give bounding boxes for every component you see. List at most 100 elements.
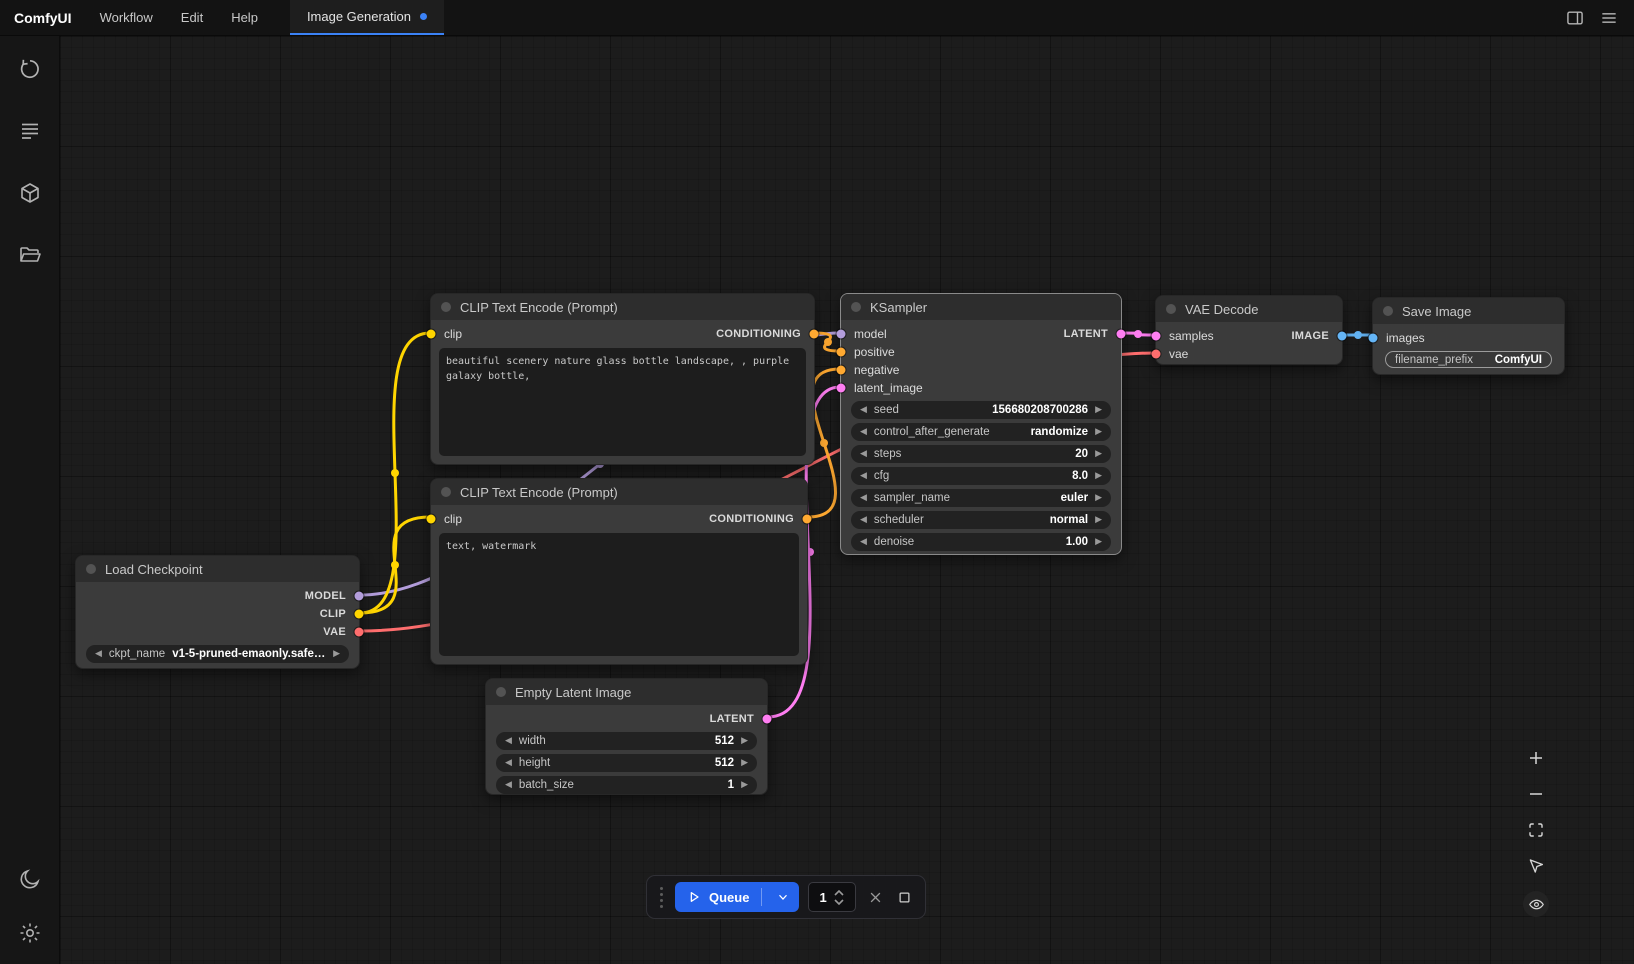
input-port-vae[interactable] — [1152, 350, 1161, 359]
node-ksampler[interactable]: KSampler model LATENT positive negative … — [840, 293, 1122, 555]
input-port-negative[interactable] — [837, 366, 846, 375]
node-save-image[interactable]: Save Image images filename_prefix ComfyU… — [1372, 297, 1565, 375]
output-port-latent[interactable] — [1117, 330, 1126, 339]
widget-steps[interactable]: ◀ steps 20 ▶ — [851, 445, 1111, 463]
widget-seed[interactable]: ◀ seed 156680208700286 ▶ — [851, 401, 1111, 419]
node-header[interactable]: CLIP Text Encode (Prompt) — [431, 294, 814, 320]
list-icon[interactable] — [17, 118, 43, 144]
node-clip-text-encode-positive[interactable]: CLIP Text Encode (Prompt) clip CONDITION… — [430, 293, 815, 465]
negative-prompt-textarea[interactable]: text, watermark — [439, 533, 799, 656]
panel-toggle-icon[interactable] — [1562, 5, 1588, 31]
increment-arrow-icon[interactable]: ▶ — [1095, 472, 1102, 481]
batch-count-stepper[interactable]: 1 — [808, 882, 856, 912]
increment-arrow-icon[interactable]: ▶ — [1095, 406, 1102, 415]
decrement-arrow-icon[interactable]: ◀ — [505, 781, 512, 790]
widget-cfg[interactable]: ◀ cfg 8.0 ▶ — [851, 467, 1111, 485]
decrement-arrow-icon[interactable]: ◀ — [860, 428, 867, 437]
step-up-icon[interactable] — [834, 890, 844, 896]
collapse-dot[interactable] — [1166, 304, 1176, 314]
settings-gear-icon[interactable] — [17, 920, 43, 946]
drag-handle[interactable] — [657, 887, 666, 908]
queue-options-button[interactable] — [769, 890, 797, 904]
collapse-dot[interactable] — [496, 687, 506, 697]
widget-height[interactable]: ◀ height 512 ▶ — [496, 754, 757, 772]
input-port-model[interactable] — [837, 330, 846, 339]
node-empty-latent-image[interactable]: Empty Latent Image LATENT ◀ width 512 ▶ … — [485, 678, 768, 795]
positive-prompt-textarea[interactable]: beautiful scenery nature glass bottle la… — [439, 348, 806, 456]
toggle-link-visibility-button[interactable] — [1523, 891, 1549, 917]
increment-arrow-icon[interactable]: ▶ — [741, 759, 748, 768]
increment-arrow-icon[interactable]: ▶ — [1095, 450, 1102, 459]
decrement-arrow-icon[interactable]: ◀ — [860, 516, 867, 525]
decrement-arrow-icon[interactable]: ◀ — [860, 538, 867, 547]
node-graph-canvas[interactable]: Load Checkpoint MODEL CLIP VAE ◀ ckpt_na… — [60, 36, 1634, 964]
output-port-model[interactable] — [355, 592, 364, 601]
increment-arrow-icon[interactable]: ▶ — [741, 781, 748, 790]
output-port-conditioning[interactable] — [810, 330, 819, 339]
step-down-icon[interactable] — [834, 899, 844, 905]
increment-arrow-icon[interactable]: ▶ — [1095, 428, 1102, 437]
widget-control-after-generate[interactable]: ◀ control_after_generate randomize ▶ — [851, 423, 1111, 441]
zoom-out-button[interactable] — [1525, 783, 1547, 805]
queue-button[interactable]: Queue — [675, 882, 799, 912]
tab-image-generation[interactable]: Image Generation — [290, 0, 444, 35]
node-vae-decode[interactable]: VAE Decode samples IMAGE vae — [1155, 295, 1343, 365]
decrement-arrow-icon[interactable]: ◀ — [860, 494, 867, 503]
increment-arrow-icon[interactable]: ▶ — [1095, 494, 1102, 503]
collapse-dot[interactable] — [86, 564, 96, 574]
widget-scheduler[interactable]: ◀ scheduler normal ▶ — [851, 511, 1111, 529]
widget-denoise[interactable]: ◀ denoise 1.00 ▶ — [851, 533, 1111, 551]
input-port-positive[interactable] — [837, 348, 846, 357]
node-header[interactable]: Save Image — [1373, 298, 1564, 324]
input-port-clip[interactable] — [427, 330, 436, 339]
collapse-dot[interactable] — [851, 302, 861, 312]
select-mode-button[interactable] — [1525, 855, 1547, 877]
node-header[interactable]: Empty Latent Image — [486, 679, 767, 705]
menu-help[interactable]: Help — [217, 0, 272, 35]
widget-sampler-name[interactable]: ◀ sampler_name euler ▶ — [851, 489, 1111, 507]
node-header[interactable]: Load Checkpoint — [76, 556, 359, 582]
increment-arrow-icon[interactable]: ▶ — [1095, 538, 1102, 547]
increment-arrow-icon[interactable]: ▶ — [1095, 516, 1102, 525]
decrement-arrow-icon[interactable]: ◀ — [95, 650, 102, 659]
collapse-dot[interactable] — [441, 302, 451, 312]
decrement-arrow-icon[interactable]: ◀ — [860, 406, 867, 415]
output-port-vae[interactable] — [355, 628, 364, 637]
output-port-clip[interactable] — [355, 610, 364, 619]
input-port-images[interactable] — [1369, 334, 1378, 343]
input-port-latent-image[interactable] — [837, 384, 846, 393]
widget-batch-size[interactable]: ◀ batch_size 1 ▶ — [496, 776, 757, 794]
widget-filename-prefix[interactable]: filename_prefix ComfyUI — [1385, 351, 1552, 368]
increment-arrow-icon[interactable]: ▶ — [333, 650, 340, 659]
workflows-folder-icon[interactable] — [17, 242, 43, 268]
output-port-image[interactable] — [1338, 332, 1347, 341]
output-port-conditioning[interactable] — [803, 515, 812, 524]
collapse-dot[interactable] — [441, 487, 451, 497]
decrement-arrow-icon[interactable]: ◀ — [505, 737, 512, 746]
input-port-samples[interactable] — [1152, 332, 1161, 341]
zoom-in-button[interactable] — [1525, 747, 1547, 769]
output-port-latent[interactable] — [763, 715, 772, 724]
collapse-dot[interactable] — [1383, 306, 1393, 316]
node-load-checkpoint[interactable]: Load Checkpoint MODEL CLIP VAE ◀ ckpt_na… — [75, 555, 360, 669]
theme-moon-icon[interactable] — [17, 866, 43, 892]
node-header[interactable]: VAE Decode — [1156, 296, 1342, 322]
menu-workflow[interactable]: Workflow — [86, 0, 167, 35]
node-header[interactable]: KSampler — [841, 294, 1121, 320]
increment-arrow-icon[interactable]: ▶ — [741, 737, 748, 746]
fit-view-button[interactable] — [1525, 819, 1547, 841]
stop-button[interactable] — [895, 884, 915, 910]
node-header[interactable]: CLIP Text Encode (Prompt) — [431, 479, 807, 505]
decrement-arrow-icon[interactable]: ◀ — [505, 759, 512, 768]
decrement-arrow-icon[interactable]: ◀ — [860, 472, 867, 481]
hamburger-menu-icon[interactable] — [1596, 5, 1622, 31]
history-icon[interactable] — [17, 56, 43, 82]
node-clip-text-encode-negative[interactable]: CLIP Text Encode (Prompt) clip CONDITION… — [430, 478, 808, 665]
model-library-cube-icon[interactable] — [17, 180, 43, 206]
decrement-arrow-icon[interactable]: ◀ — [860, 450, 867, 459]
widget-ckpt-name[interactable]: ◀ ckpt_name v1-5-pruned-emaonly.safete..… — [86, 645, 349, 663]
input-port-clip[interactable] — [427, 515, 436, 524]
widget-width[interactable]: ◀ width 512 ▶ — [496, 732, 757, 750]
menu-edit[interactable]: Edit — [167, 0, 217, 35]
cancel-button[interactable] — [865, 884, 885, 910]
